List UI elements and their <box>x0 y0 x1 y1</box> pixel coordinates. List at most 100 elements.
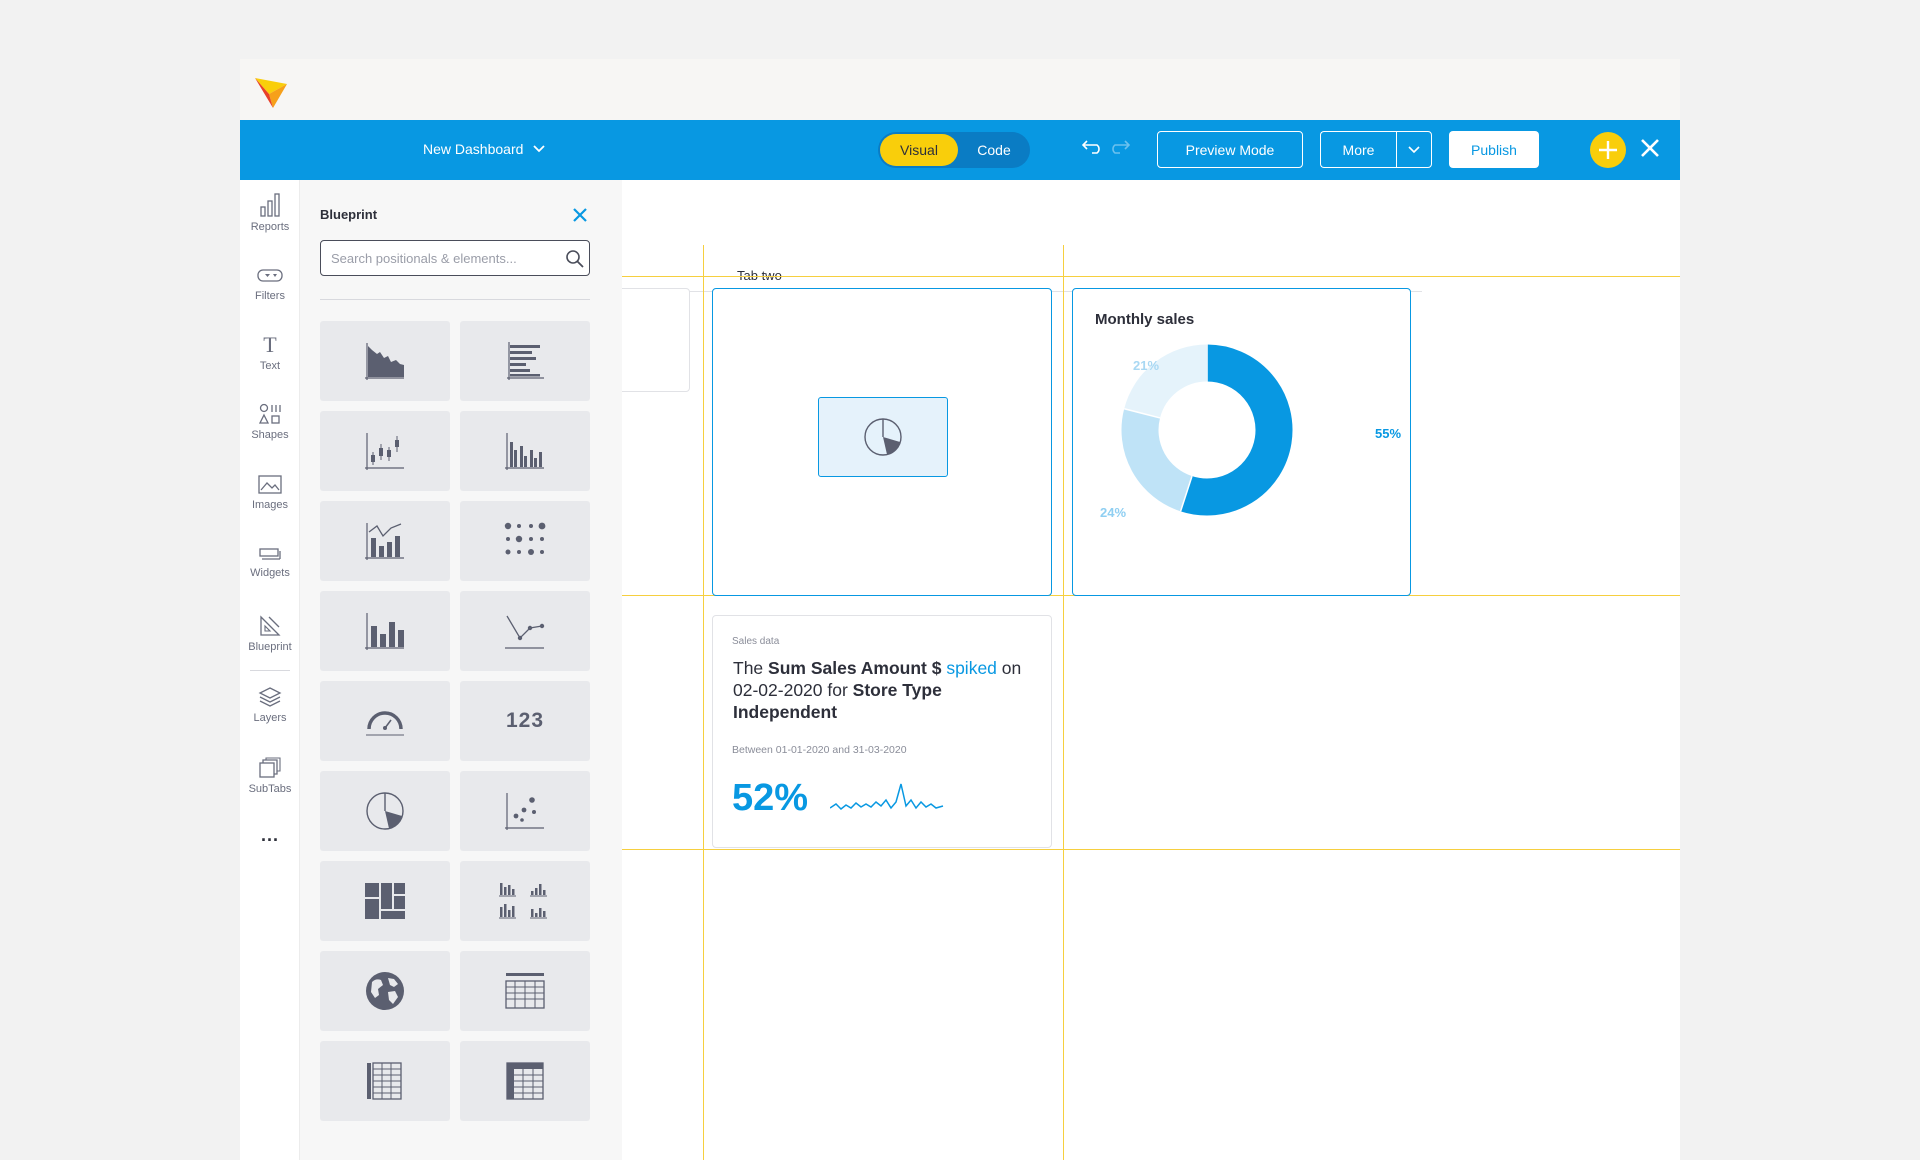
line-chart-icon <box>505 615 545 649</box>
rail-label: Layers <box>253 712 287 724</box>
more-dropdown-button[interactable] <box>1396 131 1432 168</box>
sales-insight-card[interactable]: Sales data The Sum Sales Amount $ spiked… <box>712 615 1052 848</box>
rail-item-blueprint[interactable]: Blueprint <box>240 615 300 653</box>
bar-chart-icon <box>365 613 404 650</box>
monthly-sales-card[interactable]: Monthly sales 55% 24% 21% <box>1072 288 1411 596</box>
number-tile-label: 123 <box>505 709 545 732</box>
plus-icon <box>1599 141 1617 159</box>
app-window: New Dashboard Visual Code Preview Mode M… <box>240 59 1680 1160</box>
chevron-down-icon <box>533 145 546 153</box>
pivot-table-icon <box>367 1062 402 1100</box>
tile-table[interactable] <box>460 951 590 1031</box>
close-icon[interactable] <box>572 207 588 223</box>
tile-line-chart[interactable] <box>460 591 590 671</box>
guide-line-vertical <box>703 245 704 1160</box>
donut-segment[interactable] <box>1121 408 1193 512</box>
tile-candlestick[interactable] <box>320 411 450 491</box>
card-kicker: Sales data <box>732 636 780 647</box>
publish-button[interactable]: Publish <box>1449 131 1539 168</box>
rail-item-shapes[interactable]: Shapes <box>240 403 300 441</box>
left-rail: Reports Filters T Text Shapes Images Wid… <box>240 180 300 1160</box>
crosstab-icon <box>506 1062 544 1100</box>
code-mode-button[interactable]: Code <box>960 134 1028 166</box>
grouped-bar-icon <box>505 433 544 470</box>
dashboard-canvas: Tab two Monthly sales 55% 24% 21% Sales … <box>622 180 1680 1160</box>
visual-mode-button[interactable]: Visual <box>880 134 958 166</box>
dot-matrix-icon <box>504 522 546 555</box>
dashboard-card[interactable] <box>622 288 690 392</box>
tile-area-chart[interactable] <box>320 321 450 401</box>
more-button[interactable]: More <box>1320 131 1396 168</box>
tile-horizontal-bar[interactable] <box>460 321 590 401</box>
rail-item-filters[interactable]: Filters <box>240 266 300 302</box>
bar-chart-icon <box>260 193 280 217</box>
combo-chart-icon <box>365 523 404 560</box>
rail-label: Text <box>259 360 281 372</box>
rail-divider <box>250 670 290 671</box>
image-icon <box>258 475 282 494</box>
text-icon: T <box>263 332 277 356</box>
pie-chart-placeholder[interactable] <box>818 397 948 477</box>
rail-item-widgets[interactable]: Widgets <box>240 545 300 579</box>
rail-label: Filters <box>255 290 285 302</box>
donut-label: 24% <box>1100 505 1127 520</box>
rail-label: Blueprint <box>248 641 292 653</box>
top-toolbar: New Dashboard Visual Code Preview Mode M… <box>240 120 1680 180</box>
logo-bar <box>240 59 1680 120</box>
rail-item-subtabs[interactable]: SubTabs <box>240 757 300 795</box>
rail-item-reports[interactable]: Reports <box>240 193 300 233</box>
candlestick-icon <box>365 433 404 470</box>
tile-crosstab[interactable] <box>460 1041 590 1121</box>
area-chart-icon <box>365 343 404 380</box>
shapes-icon <box>259 403 281 424</box>
gauge-icon <box>366 711 404 736</box>
subtabs-icon <box>259 757 281 778</box>
mode-toggle: Visual Code <box>878 132 1030 168</box>
percent-value: 52% <box>732 777 809 819</box>
pie-chart-icon <box>366 792 404 830</box>
rail-item-layers[interactable]: Layers <box>240 686 300 724</box>
tile-grouped-bar[interactable] <box>460 411 590 491</box>
selected-card[interactable] <box>712 288 1052 596</box>
date-range: Between 01-01-2020 and 31-03-2020 <box>732 744 907 756</box>
rail-label: SubTabs <box>248 783 292 795</box>
rail-label: Reports <box>250 221 290 233</box>
tile-number[interactable]: 123 <box>460 681 590 761</box>
tile-scatter[interactable] <box>460 771 590 851</box>
sparkline <box>830 783 944 811</box>
small-multiples-icon <box>499 883 547 919</box>
tile-small-multiples[interactable] <box>460 861 590 941</box>
tile-pie-chart[interactable] <box>320 771 450 851</box>
table-icon <box>505 973 545 1009</box>
chevron-down-icon <box>1408 145 1420 153</box>
search-input[interactable] <box>331 241 551 275</box>
search-icon[interactable] <box>565 249 585 269</box>
tile-bar-chart[interactable] <box>320 591 450 671</box>
redo-icon[interactable] <box>1108 138 1130 154</box>
tile-globe[interactable] <box>320 951 450 1031</box>
tile-dot-matrix[interactable] <box>460 501 590 581</box>
add-button[interactable] <box>1590 132 1626 168</box>
preview-mode-button[interactable]: Preview Mode <box>1157 131 1303 168</box>
tile-combo-chart[interactable] <box>320 501 450 581</box>
undo-icon[interactable] <box>1082 138 1104 154</box>
guide-line-horizontal <box>622 276 1680 277</box>
globe-icon <box>366 972 404 1010</box>
treemap-icon <box>365 883 405 919</box>
rail-item-images[interactable]: Images <box>240 475 300 511</box>
widget-icon <box>259 548 281 560</box>
close-icon[interactable] <box>1638 136 1662 160</box>
yellowfin-logo <box>255 78 287 108</box>
donut-segment[interactable] <box>1180 344 1293 516</box>
panel-title: Blueprint <box>320 207 378 222</box>
rail-item-text[interactable]: T Text <box>240 332 300 372</box>
tile-gauge[interactable] <box>320 681 450 761</box>
donut-label: 55% <box>1375 426 1402 441</box>
dashboard-title-dropdown[interactable]: New Dashboard <box>423 141 546 157</box>
search-box <box>320 240 590 276</box>
tile-pivot-table[interactable] <box>320 1041 450 1121</box>
more-options-icon[interactable]: ... <box>240 825 300 846</box>
tile-treemap[interactable] <box>320 861 450 941</box>
guide-line-horizontal <box>622 849 1680 850</box>
donut-chart <box>1121 344 1293 516</box>
